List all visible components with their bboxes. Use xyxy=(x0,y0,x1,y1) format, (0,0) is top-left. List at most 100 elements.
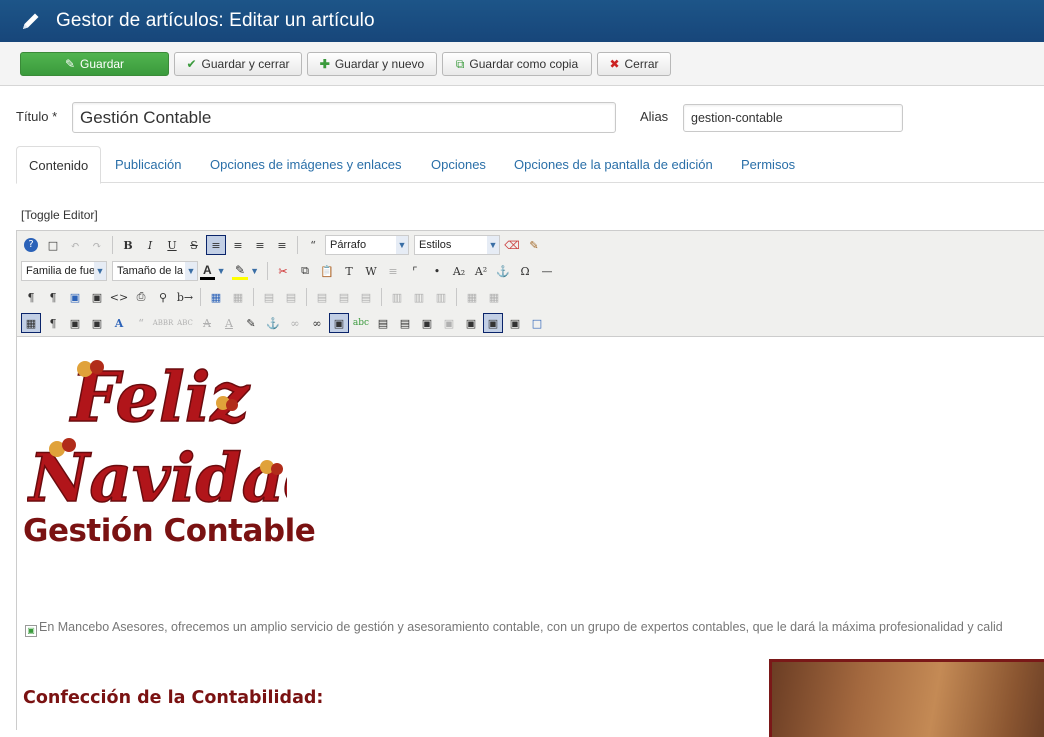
new-document-icon[interactable]: □ xyxy=(43,235,63,255)
paste-text-icon[interactable]: T xyxy=(339,261,359,281)
rtl-icon[interactable]: ¶ xyxy=(43,287,63,307)
underline-icon[interactable]: U xyxy=(162,235,182,255)
bold-icon[interactable]: B xyxy=(118,235,138,255)
highlighter-icon: ✎ xyxy=(232,263,249,280)
media-icon[interactable]: ▣ xyxy=(483,313,503,333)
merge-cells-icon[interactable]: ▦ xyxy=(484,287,504,307)
help-icon[interactable]: ? xyxy=(21,235,41,255)
ltr-icon[interactable]: ¶ xyxy=(21,287,41,307)
title-input[interactable]: Gestión Contable xyxy=(72,102,616,133)
align-center-icon[interactable]: ≡ xyxy=(228,235,248,255)
toggle-editor-link[interactable]: [Toggle Editor] xyxy=(21,208,98,222)
tab-publicacion[interactable]: Publicación xyxy=(115,146,182,183)
text-color-button[interactable]: A ▼ xyxy=(200,261,230,281)
close-button[interactable]: ✖ Cerrar xyxy=(597,52,671,76)
tab-bar: Contenido Publicación Opciones de imágen… xyxy=(16,146,1044,184)
link-icon[interactable]: ∞ xyxy=(307,313,327,333)
save-button[interactable]: ✎ Guardar xyxy=(20,52,169,76)
anchor-insert-icon[interactable]: ⚓ xyxy=(263,313,283,333)
italic-icon[interactable]: I xyxy=(140,235,160,255)
editor-content[interactable]: Feliz Navidad Gestión Contable ▣En Mance… xyxy=(17,337,1044,737)
content-paragraph: ▣ En Mancebo Asesores, ofrecemos un ampli… xyxy=(25,620,1003,637)
delete-col-icon[interactable]: ▥ xyxy=(431,287,451,307)
tab-opciones[interactable]: Opciones xyxy=(431,146,486,183)
page-break-icon[interactable]: ▤ xyxy=(373,313,393,333)
paste-word-icon[interactable]: W xyxy=(361,261,381,281)
attributes-icon[interactable]: ✎ xyxy=(241,313,261,333)
search-icon[interactable]: ⚲ xyxy=(153,287,173,307)
show-blocks-icon[interactable]: ¶ xyxy=(43,313,63,333)
align-right-icon[interactable]: ≡ xyxy=(272,235,292,255)
image-icon[interactable]: ▣ xyxy=(329,313,349,333)
abbr-icon[interactable]: ABBR xyxy=(153,313,174,333)
print-icon[interactable]: ⎙ xyxy=(131,287,151,307)
paste-icon[interactable]: 📋 xyxy=(317,261,337,281)
align-justify-icon[interactable]: ≡ xyxy=(206,235,226,255)
replace-icon[interactable]: b→ xyxy=(175,287,195,307)
readmore-icon[interactable]: ▤ xyxy=(395,313,415,333)
christmas-banner-image: Feliz Navidad xyxy=(27,357,287,507)
add-page-icon[interactable]: □ xyxy=(527,313,547,333)
special-char-icon[interactable]: Ω xyxy=(515,261,535,281)
alias-input[interactable]: gestion-contable xyxy=(683,104,903,132)
insert-col-before-icon[interactable]: ▥ xyxy=(387,287,407,307)
table-icon[interactable]: ▦ xyxy=(206,287,226,307)
insert-layer-icon[interactable]: ▣ xyxy=(87,313,107,333)
chevron-down-icon: ▼ xyxy=(396,236,408,254)
style-props-icon[interactable]: A xyxy=(109,313,129,333)
strikethrough-icon[interactable]: S xyxy=(184,235,204,255)
format-select[interactable]: Párrafo ▼ xyxy=(325,235,409,255)
align-left-icon[interactable]: ≡ xyxy=(250,235,270,255)
superscript-icon[interactable]: A² xyxy=(471,261,491,281)
row-props-icon[interactable]: ▤ xyxy=(259,287,279,307)
bullet-list-icon[interactable]: • xyxy=(427,261,447,281)
anchor-icon[interactable]: ⚓ xyxy=(493,261,513,281)
split-cells-icon[interactable]: ▦ xyxy=(462,287,482,307)
highlight-color-button[interactable]: ✎ ▼ xyxy=(232,261,262,281)
delete-row-icon[interactable]: ▤ xyxy=(356,287,376,307)
blockquote-icon[interactable]: “ xyxy=(303,235,323,255)
acronym-icon[interactable]: ABC xyxy=(175,313,195,333)
insert-row-before-icon[interactable]: ▤ xyxy=(312,287,332,307)
del-icon[interactable]: A xyxy=(197,313,217,333)
unlink-icon[interactable]: ∞ xyxy=(285,313,305,333)
code-icon[interactable]: <> xyxy=(109,287,129,307)
numbered-list-icon[interactable]: ⌜ xyxy=(405,261,425,281)
cell-props-icon[interactable]: ▤ xyxy=(281,287,301,307)
select-all-icon[interactable]: ≡ xyxy=(383,261,403,281)
video-icon[interactable]: ▣ xyxy=(505,313,525,333)
tab-permisos[interactable]: Permisos xyxy=(741,146,795,183)
fullscreen-icon[interactable]: ▣ xyxy=(65,287,85,307)
article-icon[interactable]: ▣ xyxy=(417,313,437,333)
horizontal-rule-icon[interactable]: — xyxy=(537,261,557,281)
save-copy-button[interactable]: ⧉ Guardar como copia xyxy=(442,52,592,76)
tab-imagenes-enlaces[interactable]: Opciones de imágenes y enlaces xyxy=(210,146,402,183)
save-close-button[interactable]: ✔ Guardar y cerrar xyxy=(174,52,302,76)
template-icon[interactable]: ▣ xyxy=(65,313,85,333)
undo-icon[interactable]: ↶ xyxy=(65,235,85,255)
cleanup-brush-icon[interactable]: ✎ xyxy=(524,235,544,255)
visual-aid-icon[interactable]: ▦ xyxy=(21,313,41,333)
text-color-icon: A xyxy=(200,263,215,280)
tab-contenido[interactable]: Contenido xyxy=(16,146,102,184)
cut-icon[interactable]: ✂ xyxy=(273,261,293,281)
module-icon[interactable]: ▣ xyxy=(439,313,459,333)
copy-icon[interactable]: ⧉ xyxy=(295,261,315,281)
styles-select[interactable]: Estilos ▼ xyxy=(414,235,500,255)
cite-icon[interactable]: “ xyxy=(131,313,151,333)
redo-icon[interactable]: ↷ xyxy=(87,235,107,255)
pencil-icon xyxy=(23,13,39,29)
preview-icon[interactable]: ▣ xyxy=(87,287,107,307)
font-family-select[interactable]: Familia de fue ▼ xyxy=(21,261,107,281)
insert-row-after-icon[interactable]: ▤ xyxy=(334,287,354,307)
spellcheck-icon[interactable]: abc xyxy=(351,313,371,333)
ins-icon[interactable]: A xyxy=(219,313,239,333)
save-new-button[interactable]: ✚ Guardar y nuevo xyxy=(307,52,437,76)
delete-table-icon[interactable]: ▦ xyxy=(228,287,248,307)
tab-pantalla-edicion[interactable]: Opciones de la pantalla de edición xyxy=(514,146,713,183)
eraser-icon[interactable]: ⌫ xyxy=(502,235,522,255)
subscript-icon[interactable]: A₂ xyxy=(449,261,469,281)
insert-col-after-icon[interactable]: ▥ xyxy=(409,287,429,307)
file-icon[interactable]: ▣ xyxy=(461,313,481,333)
font-size-select[interactable]: Tamaño de la ▼ xyxy=(112,261,198,281)
